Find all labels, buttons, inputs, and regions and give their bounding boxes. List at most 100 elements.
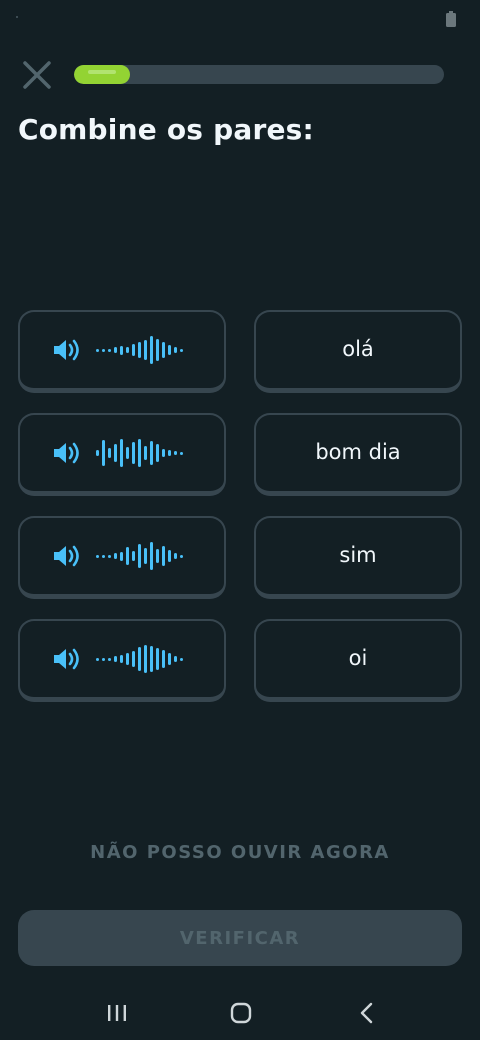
waveform-bar [137, 544, 141, 568]
waveform-bar [167, 450, 171, 456]
waveform-bar [167, 653, 171, 665]
waveform-bar [179, 348, 183, 352]
speaker-icon [53, 648, 79, 670]
waveform-bar [95, 450, 99, 456]
waveform-bar [119, 345, 123, 355]
speaker-icon [53, 545, 79, 567]
waveform-bar [107, 657, 111, 661]
lesson-progress-bar [74, 65, 444, 84]
waveform-bar [161, 546, 165, 566]
word-label: bom dia [315, 440, 401, 464]
battery-icon [446, 11, 456, 27]
waveform-bar [125, 547, 129, 565]
waveform-bar [149, 336, 153, 364]
waveform-bar [173, 451, 177, 455]
audio-option-3[interactable] [18, 516, 226, 599]
waveform-icon [95, 643, 183, 675]
cant-listen-now-button[interactable]: NÃO POSSO OUVIR AGORA [0, 842, 480, 863]
waveform-bar [137, 342, 141, 358]
waveform-bar [161, 650, 165, 668]
progress-shine [88, 70, 116, 74]
match-pairs-grid: olá bom dia sim oi [18, 310, 462, 702]
back-button[interactable] [337, 986, 397, 1040]
waveform-bar [161, 342, 165, 358]
home-button[interactable] [211, 986, 271, 1040]
waveform-bar [125, 447, 129, 459]
waveform-bar [143, 548, 147, 564]
waveform-bar [155, 549, 159, 563]
waveform-bar [95, 348, 99, 352]
waveform-bar [179, 451, 183, 455]
waveform-bar [149, 441, 153, 465]
waveform-bar [95, 657, 99, 661]
audio-option-4[interactable] [18, 619, 226, 702]
waveform-bar [167, 345, 171, 355]
waveform-bar [125, 653, 129, 665]
waveform-bar [119, 655, 123, 663]
waveform-bar [173, 553, 177, 559]
word-option-bom-dia[interactable]: bom dia [254, 413, 462, 496]
close-icon [23, 61, 51, 89]
waveform-icon [95, 540, 183, 572]
waveform-bar [131, 442, 135, 464]
verify-button[interactable]: VERIFICAR [18, 910, 462, 966]
status-bar [0, 0, 480, 36]
word-option-oi[interactable]: oi [254, 619, 462, 702]
word-label: oi [348, 646, 368, 670]
waveform-bar [155, 648, 159, 670]
speaker-icon [53, 442, 79, 464]
waveform-icon [95, 437, 183, 469]
waveform-bar [101, 348, 105, 352]
waveform-bar [107, 554, 111, 558]
recents-button[interactable] [87, 986, 147, 1040]
waveform-bar [179, 657, 183, 661]
waveform-bar [119, 439, 123, 467]
waveform-icon [95, 334, 183, 366]
waveform-bar [155, 339, 159, 361]
waveform-bar [119, 551, 123, 561]
word-label: olá [342, 337, 374, 361]
waveform-bar [113, 444, 117, 462]
waveform-bar [149, 646, 153, 672]
waveform-bar [161, 449, 165, 457]
waveform-bar [137, 647, 141, 671]
word-label: sim [339, 543, 377, 567]
waveform-bar [113, 656, 117, 662]
page-title: Combine os pares: [18, 113, 314, 146]
waveform-bar [179, 554, 183, 558]
waveform-bar [149, 542, 153, 570]
waveform-bar [107, 448, 111, 458]
waveform-bar [95, 554, 99, 558]
back-icon [360, 1002, 373, 1024]
progress-fill [74, 65, 130, 84]
waveform-bar [101, 554, 105, 558]
waveform-bar [131, 651, 135, 667]
waveform-bar [155, 444, 159, 462]
notification-dot [16, 16, 18, 18]
waveform-bar [143, 645, 147, 673]
waveform-bar [173, 347, 177, 353]
recents-icon [108, 1005, 126, 1021]
waveform-bar [143, 340, 147, 360]
waveform-bar [113, 347, 117, 353]
audio-option-2[interactable] [18, 413, 226, 496]
audio-option-1[interactable] [18, 310, 226, 393]
word-option-ola[interactable]: olá [254, 310, 462, 393]
waveform-bar [107, 348, 111, 352]
waveform-bar [131, 551, 135, 561]
waveform-bar [125, 347, 129, 353]
waveform-bar [137, 439, 141, 467]
waveform-bar [101, 657, 105, 661]
waveform-bar [101, 440, 105, 466]
system-navigation-bar [0, 986, 480, 1040]
verify-button-label: VERIFICAR [179, 927, 301, 949]
waveform-bar [173, 656, 177, 662]
waveform-bar [131, 344, 135, 356]
waveform-bar [167, 550, 171, 562]
word-option-sim[interactable]: sim [254, 516, 462, 599]
close-button[interactable] [18, 56, 56, 94]
waveform-bar [113, 553, 117, 559]
speaker-icon [53, 339, 79, 361]
waveform-bar [143, 446, 147, 460]
home-icon [230, 1002, 252, 1024]
